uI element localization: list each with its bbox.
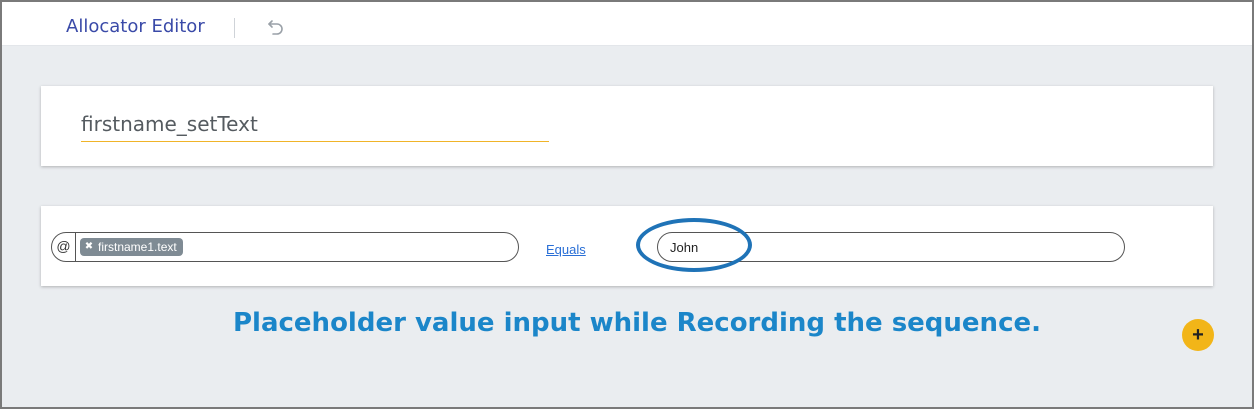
editor-frame: Allocator Editor @ ✖ firstname1.text Equ… (0, 0, 1254, 409)
app-title: Allocator Editor (66, 16, 205, 37)
title-separator (234, 18, 235, 38)
variable-chip: ✖ firstname1.text (80, 238, 183, 256)
at-icon[interactable]: @ (52, 233, 76, 261)
add-button[interactable]: + (1182, 319, 1214, 351)
operator-link[interactable]: Equals (546, 242, 586, 257)
name-card (41, 86, 1213, 166)
top-bar: Allocator Editor (2, 2, 1252, 46)
value-input[interactable] (657, 232, 1125, 262)
name-input[interactable] (81, 110, 549, 142)
lhs-field[interactable]: @ ✖ firstname1.text (51, 232, 519, 262)
condition-card: @ ✖ firstname1.text Equals (41, 206, 1213, 286)
remove-chip-icon[interactable]: ✖ (84, 242, 94, 252)
chip-label: firstname1.text (98, 240, 177, 254)
annotation-text: Placeholder value input while Recording … (233, 308, 1041, 338)
undo-icon[interactable] (266, 17, 286, 37)
